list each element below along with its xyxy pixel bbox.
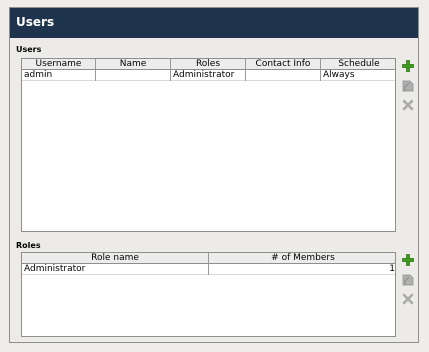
table-row[interactable]: Administrator 1 bbox=[22, 264, 395, 275]
page-title: Users bbox=[16, 15, 55, 29]
plus-icon bbox=[402, 60, 414, 72]
x-icon bbox=[402, 293, 414, 305]
plus-icon bbox=[402, 254, 414, 266]
column-header-username[interactable]: Username bbox=[22, 59, 96, 70]
edit-icon bbox=[402, 274, 414, 286]
cell-contact-info bbox=[246, 70, 321, 81]
column-header-role-name[interactable]: Role name bbox=[22, 253, 209, 264]
x-icon bbox=[402, 99, 414, 111]
add-user-button[interactable] bbox=[401, 59, 415, 73]
edit-user-button[interactable] bbox=[401, 79, 415, 93]
roles-table[interactable]: Role name # of Members Administrator 1 bbox=[21, 252, 396, 337]
users-table-header: Username Name Roles Contact Info Schedul… bbox=[22, 59, 395, 70]
edit-icon bbox=[402, 80, 414, 92]
delete-user-button[interactable] bbox=[401, 98, 415, 112]
table-row[interactable]: admin Administrator Always bbox=[22, 70, 395, 81]
column-header-members[interactable]: # of Members bbox=[209, 253, 395, 264]
delete-role-button[interactable] bbox=[401, 292, 415, 306]
users-section-label: Users bbox=[16, 45, 42, 54]
column-header-contact-info[interactable]: Contact Info bbox=[246, 59, 321, 70]
cell-username: admin bbox=[22, 70, 96, 81]
cell-name bbox=[96, 70, 171, 81]
roles-section-label: Roles bbox=[16, 241, 41, 250]
column-header-roles[interactable]: Roles bbox=[171, 59, 246, 70]
cell-roles: Administrator bbox=[171, 70, 246, 81]
cell-members: 1 bbox=[389, 264, 395, 274]
cell-schedule: Always bbox=[323, 70, 355, 80]
roles-table-header: Role name # of Members bbox=[22, 253, 395, 264]
panel-header: Users bbox=[10, 8, 418, 38]
add-role-button[interactable] bbox=[401, 253, 415, 267]
users-panel: Users Users Username Name Roles Contact … bbox=[9, 7, 419, 343]
column-header-name[interactable]: Name bbox=[96, 59, 171, 70]
users-table[interactable]: Username Name Roles Contact Info Schedul… bbox=[21, 58, 396, 232]
edit-role-button[interactable] bbox=[401, 273, 415, 287]
cell-role-name: Administrator bbox=[22, 264, 209, 275]
column-header-schedule[interactable]: Schedule bbox=[321, 59, 395, 70]
